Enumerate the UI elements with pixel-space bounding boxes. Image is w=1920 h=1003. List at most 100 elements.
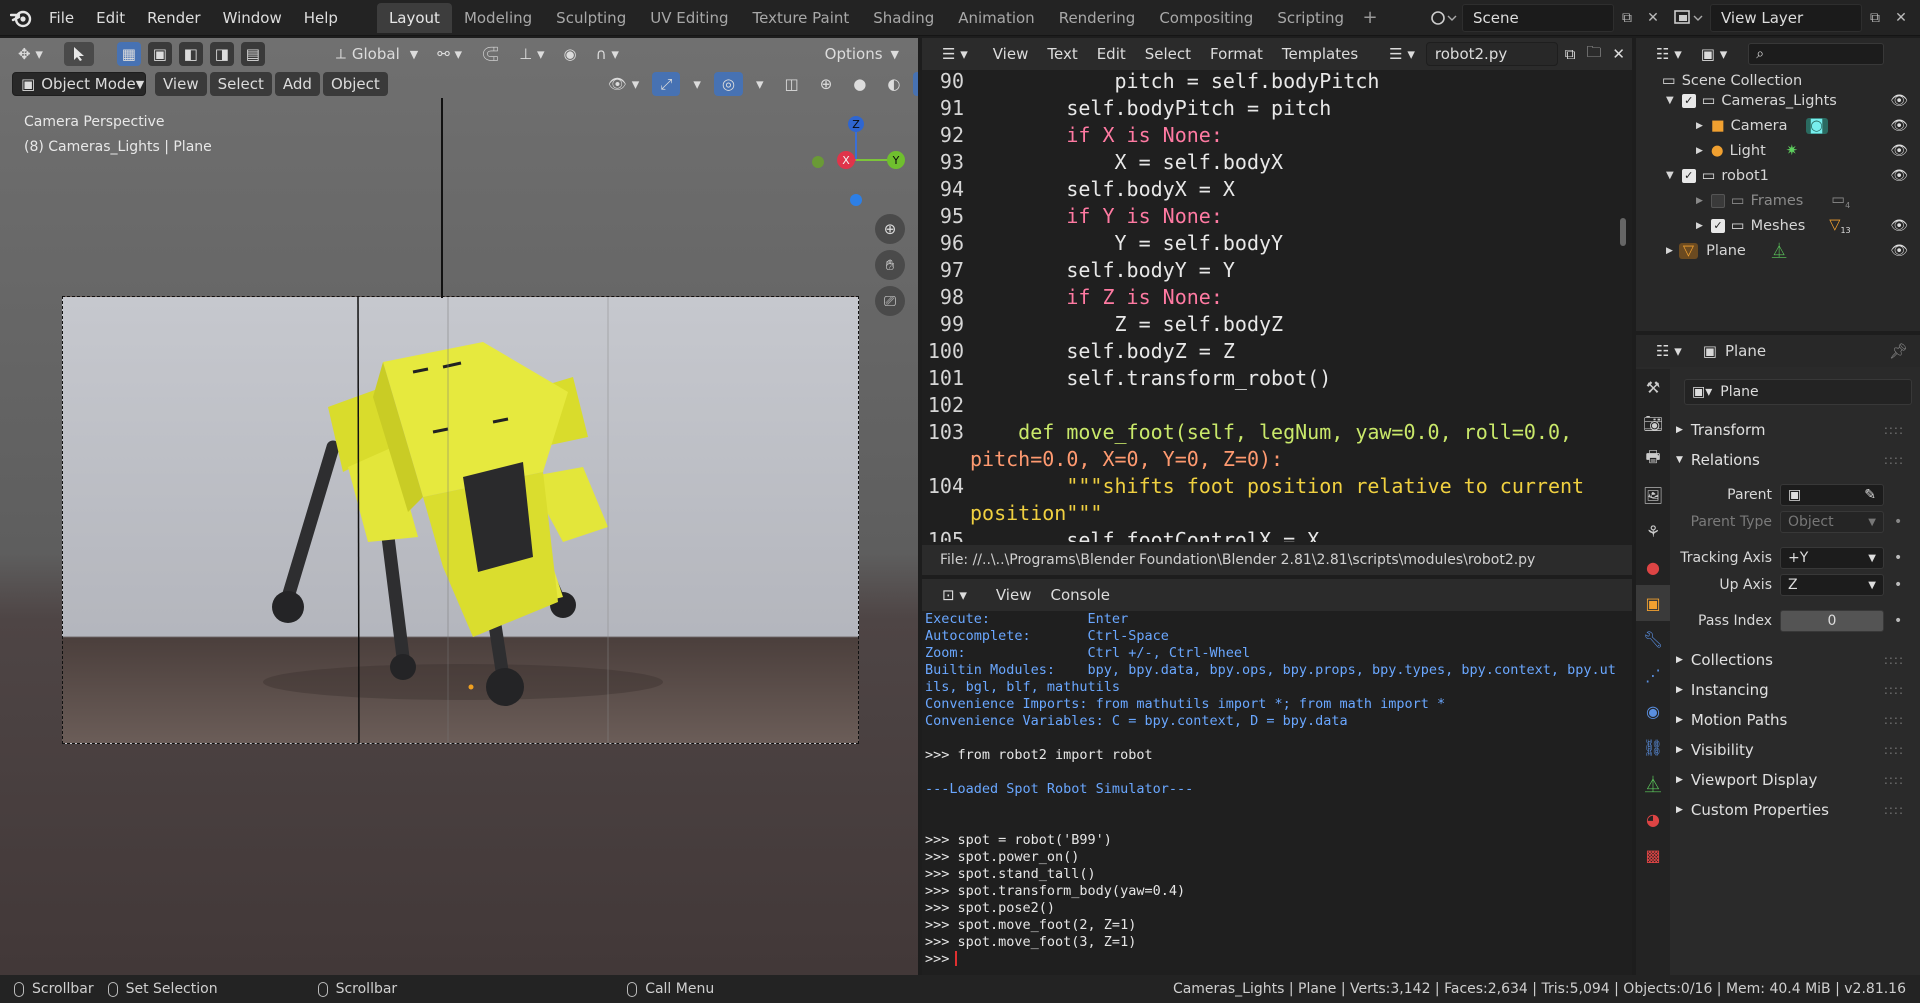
proportional-editing-icon[interactable]: ◉ [556, 42, 585, 66]
outliner-item-frames[interactable]: ▶ ▭ Frames ▭4 [1696, 188, 1920, 213]
drag-handle-icon[interactable]: :::: [1884, 773, 1904, 787]
code-line[interactable]: 104 """shifts foot position relative to … [922, 473, 1632, 500]
new-view-layer-icon[interactable]: ⧉ [1862, 5, 1888, 31]
select-difference-icon[interactable]: ◨ [209, 42, 234, 66]
tracking-axis-dropdown[interactable]: +Y ▼ [1780, 547, 1884, 569]
add-workspace-icon[interactable]: + [1356, 7, 1384, 28]
console-output[interactable]: Execute: Enter Autocomplete: Ctrl-Space Zo… [925, 611, 1630, 968]
scene-selector[interactable]: Scene [1462, 4, 1614, 32]
delete-scene-icon[interactable]: ✕ [1640, 5, 1666, 31]
properties-editor[interactable]: ☷ ▾ ▣ Plane 📌︎ ⚒ 📷︎ 🖶︎ 🖼︎ ⚘ ● ▣ 🔧︎ ⋰ ◉ ⛓… [1636, 335, 1920, 975]
wireframe-shading-icon[interactable]: ⊕ [812, 72, 841, 96]
tab-modeling[interactable]: Modeling [452, 3, 544, 33]
particles-tab-icon[interactable]: ⋰ [1636, 657, 1670, 693]
mesh-data-icon[interactable]: ⏅ [1772, 240, 1787, 261]
panel-custom-properties[interactable]: ▶ Custom Properties:::: [1676, 796, 1914, 824]
xray-icon[interactable]: ◫ [777, 72, 807, 96]
menu-window[interactable]: Window [212, 0, 293, 36]
eyedropper-icon[interactable]: ✎ [1864, 487, 1876, 503]
scene-tab-icon[interactable]: ⚘ [1636, 513, 1670, 549]
text-menu-select[interactable]: Select [1137, 42, 1199, 66]
code-line[interactable]: 93 X = self.bodyX [922, 149, 1632, 176]
code-line[interactable]: 100 self.bodyZ = Z [922, 338, 1632, 365]
code-line[interactable]: 99 Z = self.bodyZ [922, 311, 1632, 338]
material-tab-icon[interactable]: ◕ [1636, 801, 1670, 837]
text-browse-icon[interactable]: ☰ ▾ [1381, 42, 1423, 66]
console-menu-console[interactable]: Console [1042, 583, 1118, 607]
eye-icon[interactable]: 👁︎ [1890, 93, 1908, 109]
drag-handle-icon[interactable]: :::: [1884, 743, 1904, 757]
keyframe-dot-icon[interactable]: • [1894, 613, 1902, 629]
data-tab-icon[interactable]: ⏅ [1636, 765, 1670, 801]
snap-icon[interactable]: 🧲︎ [473, 42, 508, 66]
tool-tab-icon[interactable]: ⚒ [1636, 369, 1670, 405]
blender-logo-icon[interactable] [4, 0, 38, 36]
viewport-menu-view[interactable]: View [155, 72, 207, 96]
panel-viewport-display[interactable]: ▶ Viewport Display:::: [1676, 766, 1914, 794]
select-intersect-icon[interactable]: ▤ [240, 42, 265, 66]
checkbox-icon[interactable]: ✓ [1681, 93, 1696, 108]
code-line[interactable]: 103 def move_foot(self, legNum, yaw=0.0,… [922, 419, 1632, 446]
text-menu-view[interactable]: View [985, 42, 1037, 66]
python-console[interactable]: ⊡ ▾ View Console Execute: Enter Autocompl… [922, 579, 1632, 975]
text-file-name[interactable]: robot2.py [1425, 42, 1558, 66]
console-type-icon[interactable]: ⊡ ▾ [934, 583, 975, 607]
world-tab-icon[interactable]: ● [1636, 549, 1670, 585]
keyframe-dot-icon[interactable]: • [1894, 577, 1902, 593]
solid-shading-icon[interactable]: ● [845, 72, 874, 96]
tab-shading[interactable]: Shading [861, 3, 946, 33]
tab-compositing[interactable]: Compositing [1147, 3, 1265, 33]
pivot-point-icon[interactable]: ⚯ ▾ [429, 42, 470, 66]
rendered-shading-icon[interactable]: ◍ [913, 72, 918, 96]
text-editor[interactable]: ☰ ▾ View Text Edit Select Format Templat… [922, 38, 1632, 575]
snap-target-icon[interactable]: ⊥ ▾ [511, 42, 552, 66]
console-menu-view[interactable]: View [988, 583, 1040, 607]
eye-icon[interactable]: 👁︎ [1890, 168, 1908, 184]
select-new-icon[interactable]: ▦ [116, 42, 141, 66]
text-editor-type-icon[interactable]: ☰ ▾ [934, 42, 976, 66]
editor-type-icon[interactable]: ✥ ▾ [10, 42, 51, 66]
tab-layout[interactable]: Layout [376, 2, 452, 33]
drag-handle-icon[interactable]: :::: [1884, 803, 1904, 817]
pan-hand-icon[interactable]: ✋︎ [875, 250, 905, 280]
close-text-icon[interactable]: ✕ [1608, 42, 1629, 66]
pass-index-field[interactable]: 0 [1780, 610, 1884, 632]
tab-uv-editing[interactable]: UV Editing [638, 3, 740, 33]
delete-view-layer-icon[interactable]: ✕ [1888, 5, 1914, 31]
code-line[interactable]: 105 self.footControlX = X [922, 527, 1632, 542]
render-tab-icon[interactable]: 📷︎ [1636, 405, 1670, 441]
parent-field[interactable]: ▣ ✎ [1780, 484, 1884, 506]
falloff-icon[interactable]: ∩ ▾ [588, 42, 627, 66]
viewport-menu-object[interactable]: Object [322, 72, 388, 96]
code-line[interactable]: 96 Y = self.bodyY [922, 230, 1632, 257]
tab-scripting[interactable]: Scripting [1265, 3, 1356, 33]
code-line[interactable]: 91 self.bodyPitch = pitch [922, 95, 1632, 122]
tab-rendering[interactable]: Rendering [1047, 3, 1148, 33]
viewport-menu-add[interactable]: Add [274, 72, 320, 96]
tab-animation[interactable]: Animation [946, 3, 1046, 33]
visibility-icon[interactable]: 👁︎ ▾ [600, 72, 647, 96]
constraints-tab-icon[interactable]: ⛓ [1636, 729, 1670, 765]
eye-icon[interactable]: 👁︎ [1890, 143, 1908, 159]
text-menu-text[interactable]: Text [1039, 42, 1085, 66]
texture-tab-icon[interactable]: ▩ [1636, 837, 1670, 873]
gizmo-neg-y[interactable] [812, 156, 824, 168]
gizmo-neg-z[interactable] [850, 194, 862, 206]
checkbox-icon[interactable] [1710, 193, 1725, 208]
scene-icon[interactable] [1428, 4, 1458, 36]
code-line[interactable]: 92 if X is None: [922, 122, 1632, 149]
keyframe-dot-icon[interactable]: • [1894, 550, 1902, 566]
material-shading-icon[interactable]: ◐ [879, 72, 908, 96]
view-layer-selector[interactable]: View Layer [1710, 4, 1862, 32]
outliner-item-robot1[interactable]: ▼ ✓ ▭ robot1 👁︎ [1666, 163, 1920, 188]
outliner-item-camera[interactable]: ▶ ■ Camera ◙ 👁︎ [1696, 113, 1920, 138]
panel-relations[interactable]: ▼ Relations:::: [1676, 446, 1914, 474]
code-line[interactable]: position""" [922, 500, 1632, 527]
menu-render[interactable]: Render [136, 0, 211, 36]
text-menu-templates[interactable]: Templates [1274, 42, 1366, 66]
outliner-item-meshes[interactable]: ▶ ✓ ▭ Meshes ▽13 👁︎ [1696, 213, 1920, 238]
tab-sculpting[interactable]: Sculpting [544, 3, 638, 33]
drag-handle-icon[interactable]: :::: [1884, 653, 1904, 667]
drag-handle-icon[interactable]: :::: [1884, 423, 1904, 437]
text-menu-edit[interactable]: Edit [1089, 42, 1134, 66]
